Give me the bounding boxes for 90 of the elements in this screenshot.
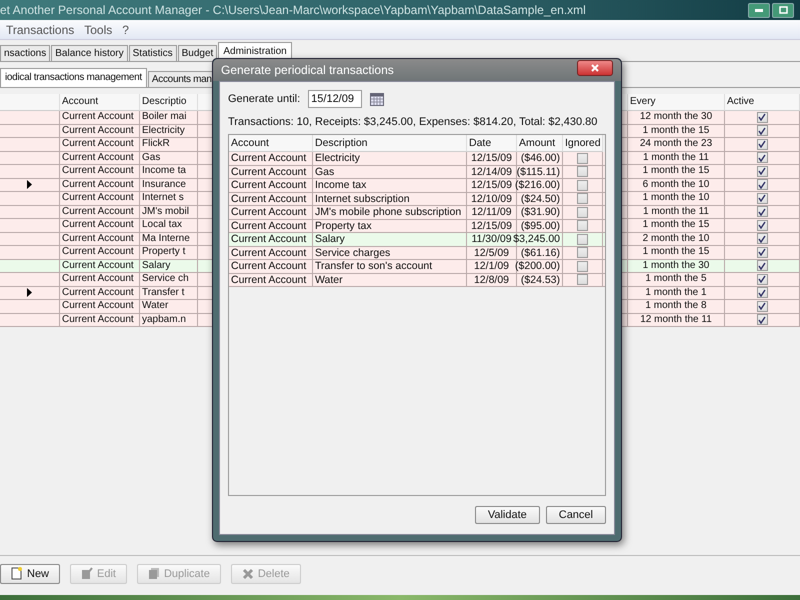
- table-cell: Current Account: [229, 233, 313, 246]
- table-cell: 12/15/09: [467, 220, 517, 232]
- table-cell: Property t: [140, 246, 198, 258]
- summary-text: Transactions: 10, Receipts: $3,245.00, Expenses: $814.20, Total: $2,430.80: [228, 116, 598, 128]
- table-cell: 12 month the 11: [628, 314, 725, 326]
- table-cell: Current Account: [229, 274, 313, 286]
- table-cell: 12/15/09: [467, 179, 517, 192]
- table-cell: 1 month the 15: [628, 246, 725, 258]
- table-cell: Electricity: [140, 124, 198, 137]
- table-cell: 1 month the 15: [628, 124, 725, 137]
- table-cell: Water: [313, 274, 467, 286]
- table-cell: Property tax: [313, 220, 467, 232]
- table-cell: Current Account: [60, 314, 140, 326]
- table-cell: yapbam.n: [140, 314, 198, 326]
- table-cell: Gas: [140, 152, 198, 164]
- table-cell: Boiler mai: [140, 111, 198, 124]
- table-cell: ($200.00): [517, 260, 563, 272]
- table-cell: Current Account: [60, 286, 140, 299]
- table-cell: Service ch: [140, 273, 198, 286]
- table-cell: 12/10/09: [467, 192, 517, 205]
- table-cell: Current Account: [60, 273, 140, 286]
- table-cell: 12/5/09: [467, 246, 517, 259]
- table-cell: ($24.50): [517, 192, 563, 205]
- table-cell: Current Account: [229, 152, 313, 164]
- table-cell: ($61.16): [517, 246, 563, 259]
- table-cell: Transfer to son's account: [313, 260, 467, 272]
- table-cell: Water: [140, 300, 198, 312]
- table-cell: Insurance: [140, 178, 198, 191]
- table-cell: Current Account: [60, 232, 140, 245]
- table-cell: 1 month the 15: [628, 219, 725, 232]
- table-cell: 12 month the 30: [628, 111, 725, 124]
- field-label: Generate until:: [228, 93, 300, 105]
- table-cell: Current Account: [60, 111, 140, 124]
- table-cell: 12/14/09: [467, 166, 517, 178]
- table-cell: Current Account: [60, 178, 140, 191]
- table-cell: Current Account: [229, 220, 313, 232]
- table-cell: Current Account: [229, 166, 313, 178]
- table-cell: Gas: [313, 166, 467, 178]
- table-cell: 1 month the 11: [628, 206, 725, 218]
- table-cell: Current Account: [229, 246, 313, 259]
- table-cell: Transfer t: [140, 286, 198, 299]
- table-cell: Current Account: [60, 260, 140, 272]
- table-cell: Current Account: [60, 152, 140, 164]
- table-cell: ($31.90): [517, 206, 563, 218]
- table-cell: 1 month the 5: [628, 273, 725, 286]
- table-cell: Current Account: [229, 206, 313, 218]
- table-cell: Current Account: [60, 300, 140, 312]
- table-cell: Current Account: [60, 206, 140, 218]
- table-cell: 12/11/09: [467, 206, 517, 218]
- table-cell: 12/1/09: [467, 260, 517, 272]
- table-cell: ($95.00): [517, 220, 563, 232]
- table-cell: JM's mobile phone subscription: [313, 206, 467, 218]
- table-cell: Current Account: [60, 124, 140, 137]
- table-cell: 12/8/09: [467, 274, 517, 286]
- window-title: et Another Personal Account Manager - C:\Users\Jean-Marc\workspace\Yapbam\Yapbam\DataSample_en.xml: [0, 3, 586, 17]
- dialog-title: Generate periodical transactions: [221, 63, 394, 77]
- table-cell: Income tax: [313, 179, 467, 192]
- table-cell: Internet s: [140, 192, 198, 204]
- table-cell: Current Account: [229, 260, 313, 272]
- table-cell: 1 month the 30: [628, 260, 725, 272]
- table-cell: Current Account: [60, 165, 140, 178]
- table-cell: Current Account: [229, 192, 313, 205]
- table-cell: Ma Interne: [140, 232, 198, 245]
- table-cell: 6 month the 10: [628, 178, 725, 191]
- table-cell: 1 month the 10: [628, 192, 725, 204]
- table-cell: 1 month the 8: [628, 300, 725, 312]
- table-cell: 2 month the 10: [628, 232, 725, 245]
- table-cell: Salary: [313, 233, 467, 246]
- table-cell: 1 month the 1: [628, 286, 725, 299]
- table-cell: Service charges: [313, 246, 467, 259]
- table-cell: Current Account: [60, 138, 140, 150]
- table-cell: Current Account: [60, 246, 140, 258]
- table-cell: Internet subscription: [313, 192, 467, 205]
- table-cell: 24 month the 23: [628, 138, 725, 150]
- table-cell: Current Account: [229, 179, 313, 192]
- table-cell: Salary: [140, 260, 198, 272]
- table-cell: 12/15/09: [467, 152, 517, 164]
- table-cell: Local tax: [140, 219, 198, 232]
- table-cell: Income ta: [140, 165, 198, 178]
- table-cell: ($46.00): [517, 152, 563, 164]
- table-cell: Electricity: [313, 152, 467, 164]
- table-cell: Current Account: [60, 192, 140, 204]
- table-cell: ($216.00): [517, 179, 563, 192]
- table-cell: Current Account: [60, 219, 140, 232]
- table-cell: ($24.53): [517, 274, 563, 286]
- table-cell: ($115.11): [517, 166, 563, 178]
- table-cell: 1 month the 11: [628, 152, 725, 164]
- table-cell: FlickR: [140, 138, 198, 150]
- table-cell: JM's mobil: [140, 206, 198, 218]
- table-cell: 1 month the 15: [628, 165, 725, 178]
